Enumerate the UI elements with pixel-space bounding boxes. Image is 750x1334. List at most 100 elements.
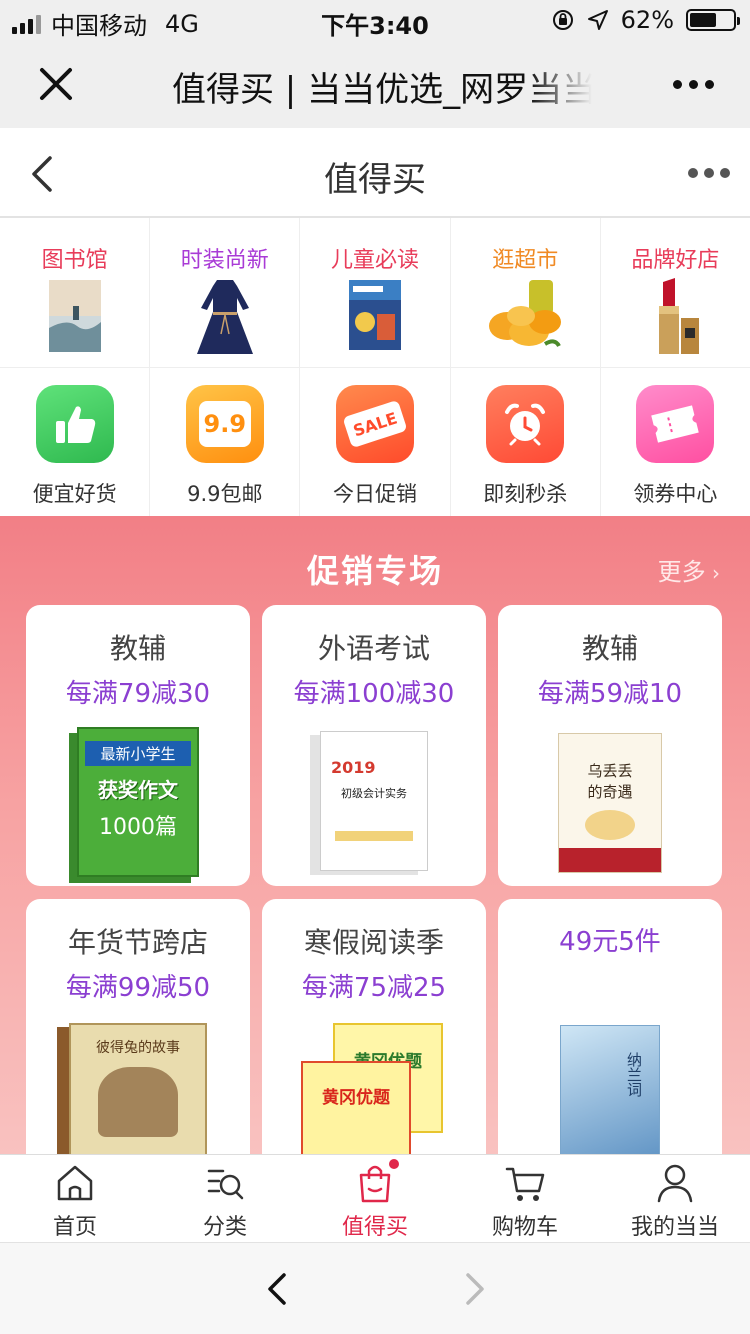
promo-card-rule: 每满79减30 xyxy=(65,679,211,709)
tab-home[interactable]: 首页 xyxy=(0,1155,150,1242)
nine-nine-text: 9.9 xyxy=(198,401,251,447)
lipstick-image xyxy=(659,278,700,354)
book-image xyxy=(48,280,101,352)
book-cover-front: 黄冈优题 xyxy=(301,1061,411,1161)
book-cover-illustration xyxy=(585,810,635,840)
book-cover-image: 最新小学生 获奖作文 1000篇 xyxy=(77,727,199,877)
quick-link-label: 9.9包邮 xyxy=(187,482,263,506)
category-supermarket[interactable]: 逛超市 xyxy=(451,218,601,367)
quick-link-label: 即刻秒杀 xyxy=(483,482,568,506)
tab-label: 我的当当 xyxy=(630,1215,719,1240)
category-brand-store[interactable]: 品牌好店 xyxy=(601,218,750,367)
category-label: 逛超市 xyxy=(492,248,559,273)
promo-card-category: 年货节跨店 xyxy=(67,926,208,959)
dress-image xyxy=(196,280,253,354)
promo-more-label: 更多 xyxy=(657,558,706,586)
browser-forward-icon[interactable] xyxy=(462,1271,488,1307)
tab-category[interactable]: 分类 xyxy=(150,1155,300,1242)
book-cover-line: 初级会计实务 xyxy=(341,787,407,800)
quick-links-row: 便宜好货 9.9 9.9包邮 SALE 今日促销 即刻秒杀 领券中心 xyxy=(0,368,750,516)
category-children[interactable]: 儿童必读 xyxy=(300,218,451,367)
promo-card-rule: 每满75减25 xyxy=(301,973,447,1003)
quick-link-today-sale[interactable]: SALE 今日促销 xyxy=(300,368,451,516)
book-cover-line: 1000篇 xyxy=(99,815,177,840)
promo-more-link[interactable]: 更多 › xyxy=(658,552,720,587)
alarm-clock-icon xyxy=(486,385,565,463)
dried-mango-image xyxy=(489,280,562,348)
promo-card-rule: 每满59减10 xyxy=(537,679,683,709)
book-cover-image: 2019 初级会计实务 xyxy=(320,731,428,871)
category-label: 儿童必读 xyxy=(331,248,420,273)
thumbs-up-icon xyxy=(35,385,114,463)
book-cover-image: 纳兰词 xyxy=(560,1025,660,1163)
promo-card-category: 教辅 xyxy=(581,632,638,665)
status-right: 62% xyxy=(551,6,740,34)
category-label: 时装尚新 xyxy=(180,248,269,273)
book-cover-line: 最新小学生 xyxy=(85,741,191,766)
book-cover-image: 彼得兔的故事 xyxy=(69,1023,207,1163)
promo-card-rule: 每满99减50 xyxy=(65,973,211,1003)
tab-cart[interactable]: 购物车 xyxy=(450,1155,600,1242)
tab-worth-buying[interactable]: 值得买 xyxy=(300,1155,450,1242)
book-cover-line: 黄冈优题 xyxy=(322,1088,390,1108)
home-icon xyxy=(57,1165,93,1201)
quick-link-coupon-center[interactable]: 领券中心 xyxy=(601,368,750,516)
close-icon[interactable] xyxy=(34,62,78,106)
promo-card[interactable]: 寒假阅读季 每满75减25 黄冈优题 黄冈优题 xyxy=(262,899,486,1169)
quick-link-label: 今日促销 xyxy=(333,482,417,506)
chevron-right-icon: › xyxy=(705,561,720,585)
sale-tag-text: SALE xyxy=(342,399,408,449)
quick-link-label: 便宜好货 xyxy=(32,482,117,506)
book-cover-stripe xyxy=(559,848,661,872)
category-label: 品牌好店 xyxy=(631,248,720,273)
tab-my-dangdang[interactable]: 我的当当 xyxy=(600,1155,750,1242)
notification-dot xyxy=(389,1159,399,1169)
battery-icon xyxy=(686,9,740,31)
webview-title-bar: 值得买 | 当当优选_网罗当当 xyxy=(0,40,750,128)
browser-nav-bar xyxy=(0,1242,750,1334)
battery-percent: 62% xyxy=(620,6,674,34)
book-cover-line: 的奇遇 xyxy=(587,783,633,801)
battery-fill xyxy=(690,13,717,27)
page-header: 值得买 xyxy=(0,128,750,218)
quick-link-free-shipping[interactable]: 9.9 9.9包邮 xyxy=(150,368,301,516)
promo-title: 促销专场 xyxy=(306,552,443,590)
page-title: 值得买 xyxy=(324,160,426,200)
tab-label: 分类 xyxy=(202,1215,247,1240)
promo-card-category: 教辅 xyxy=(109,632,166,665)
coupon-icon xyxy=(636,385,715,463)
promo-card[interactable]: 教辅 每满79减30 最新小学生 获奖作文 1000篇 xyxy=(26,605,250,886)
tab-label: 购物车 xyxy=(491,1215,558,1240)
promo-section: 促销专场 更多 › 教辅 每满79减30 最新小学生 获奖作文 1000篇 外语… xyxy=(0,516,750,1169)
nine-nine-icon: 9.9 xyxy=(185,385,264,463)
category-label: 图书馆 xyxy=(41,248,108,273)
promo-card[interactable]: 教辅 每满59减10 乌丢丢 的奇遇 xyxy=(498,605,722,886)
quick-link-cheap-goods[interactable]: 便宜好货 xyxy=(0,368,151,516)
promo-card[interactable]: 外语考试 每满100减30 2019 初级会计实务 xyxy=(262,605,486,886)
webview-title: 值得买 | 当当优选_网罗当当 xyxy=(172,70,592,110)
webview-more-icon[interactable] xyxy=(673,80,714,89)
book-cover-illustration xyxy=(98,1067,178,1137)
bottom-tab-bar: 首页 分类 值得买 购物车 我的当当 xyxy=(0,1154,750,1242)
promo-card[interactable]: 年货节跨店 每满99减50 彼得兔的故事 xyxy=(26,899,250,1169)
book-cover-image: 黄冈优题 黄冈优题 xyxy=(301,1023,447,1163)
quick-link-flash-sale[interactable]: 即刻秒杀 xyxy=(451,368,601,516)
book-cover-stripe xyxy=(335,831,413,841)
category-row: 图书馆 时装尚新 儿童必读 逛超市 品牌好店 xyxy=(0,218,750,368)
category-fashion[interactable]: 时装尚新 xyxy=(150,218,301,367)
header-more-icon[interactable] xyxy=(688,168,730,178)
book-cover-line: 乌丢丢 xyxy=(587,762,633,780)
sale-tag-icon: SALE xyxy=(336,385,414,463)
rotation-lock-icon xyxy=(552,10,573,30)
tab-label: 首页 xyxy=(52,1215,97,1240)
location-arrow-icon xyxy=(587,10,608,30)
book-cover-line: 纳兰词 xyxy=(625,1052,643,1097)
category-library[interactable]: 图书馆 xyxy=(0,218,151,367)
promo-card-rule: 49元5件 xyxy=(559,927,661,957)
book-cover-image: 乌丢丢 的奇遇 xyxy=(558,733,662,873)
book-cover-line: 彼得兔的故事 xyxy=(96,1040,180,1056)
browser-back-icon[interactable] xyxy=(264,1271,290,1307)
book-cover-line: 2019 xyxy=(331,758,376,777)
tab-label: 值得买 xyxy=(341,1215,408,1240)
promo-card[interactable]: 49元5件 纳兰词 xyxy=(498,899,722,1169)
